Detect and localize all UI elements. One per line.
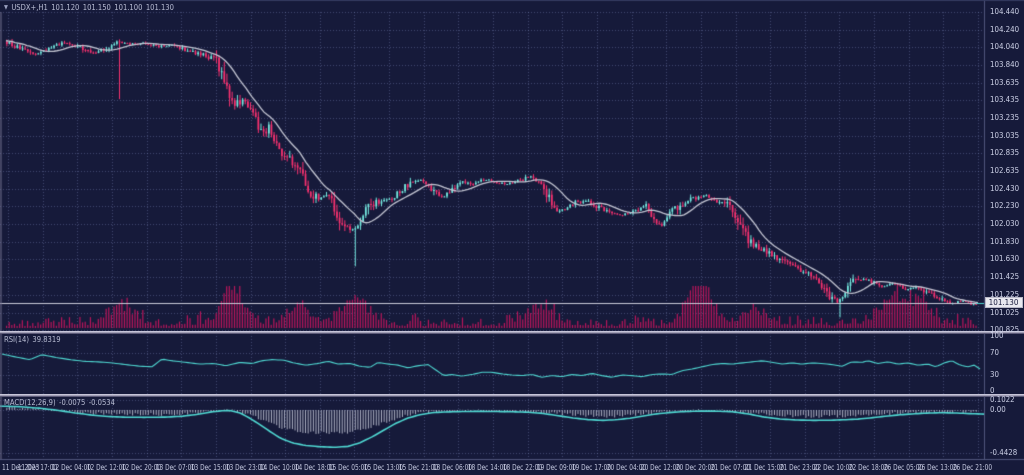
macd-tick-label: 0.00 [990, 405, 1006, 414]
time-tick-label: 19 Dec 17:00 [572, 463, 611, 472]
rsi-name: RSI(14) [4, 335, 29, 344]
price-tick-label: 103.635 [990, 78, 1019, 87]
price-tick-label: 102.030 [990, 219, 1019, 228]
macd-tick-label: 0.1022 [990, 395, 1015, 404]
time-tick-label: 12 Dec 12:00 [87, 463, 126, 472]
collapse-chevron-icon[interactable]: ▼ [4, 4, 8, 12]
rsi-tick-label: 70 [990, 348, 999, 357]
time-tick-label: 14 Dec 10:00 [260, 463, 299, 472]
high-value: 101.150 [83, 3, 111, 12]
time-tick-label: 22 Dec 18:00 [849, 463, 888, 472]
rsi-value: 39.8319 [32, 335, 60, 344]
close-value: 101.130 [146, 3, 174, 12]
time-tick-label: 13 Dec 23:00 [225, 463, 264, 472]
price-tick-label: 102.230 [990, 201, 1019, 210]
price-tick-label: 104.440 [990, 7, 1019, 16]
price-tick-label: 102.835 [990, 148, 1019, 157]
rsi-indicator-label: RSI(14) 39.8319 [4, 335, 61, 344]
time-tick-label: 20 Dec 20:00 [676, 463, 715, 472]
time-tick-label: 26 Dec 21:00 [953, 463, 992, 472]
price-tick-label: 103.035 [990, 131, 1019, 140]
trading-chart-window: ▼ USDX+,H1 101.120 101.150 101.100 101.1… [0, 0, 1024, 475]
time-axis[interactable]: 11 Dec 202311 Dec 17:0012 Dec 04:0012 De… [0, 460, 1024, 475]
rsi-tick-label: 100 [990, 331, 1003, 340]
time-tick-label: 15 Dec 13:00 [364, 463, 403, 472]
macd-signal-value: -0.0534 [89, 398, 115, 407]
macd-main-value: -0.0075 [59, 398, 85, 407]
chart-title: ▼ USDX+,H1 101.120 101.150 101.100 101.1… [4, 3, 174, 12]
price-axis[interactable]: 104.440 104.240 104.040 103.840 103.635 103.4… [984, 0, 1024, 460]
time-tick-label: 21 Dec 07:00 [710, 463, 749, 472]
rsi-tick-label: 30 [990, 370, 999, 379]
time-tick-label: 12 Dec 04:00 [52, 463, 91, 472]
price-tick-label: 101.025 [990, 308, 1019, 317]
time-tick-label: 22 Dec 10:00 [814, 463, 853, 472]
time-tick-label: 19 Dec 09:00 [537, 463, 576, 472]
price-tick-label: 101.630 [990, 254, 1019, 263]
price-tick-label: 104.240 [990, 25, 1019, 34]
price-chart-canvas[interactable] [0, 0, 1024, 475]
price-tick-label: 101.425 [990, 272, 1019, 281]
time-tick-label: 26 Dec 13:00 [918, 463, 957, 472]
open-value: 101.120 [51, 3, 79, 12]
time-tick-label: 20 Dec 12:00 [641, 463, 680, 472]
time-tick-label: 13 Dec 07:00 [156, 463, 195, 472]
macd-name: MACD(12,26,9) [4, 398, 56, 407]
panel-resize-separator-macd[interactable] [0, 394, 1024, 397]
time-tick-label: 21 Dec 15:00 [745, 463, 784, 472]
price-tick-label: 103.840 [990, 60, 1019, 69]
time-tick-label: 15 Dec 05:00 [329, 463, 368, 472]
symbol-timeframe: USDX+,H1 [11, 3, 47, 12]
time-tick-label: 18 Dec 06:00 [433, 463, 472, 472]
price-tick-label: 103.435 [990, 95, 1019, 104]
time-tick-label: 13 Dec 15:00 [191, 463, 230, 472]
macd-tick-label: -0.4428 [990, 448, 1017, 457]
rsi-tick-label: 0 [990, 386, 994, 395]
panel-resize-separator-rsi[interactable] [0, 331, 1024, 334]
low-value: 101.100 [114, 3, 142, 12]
macd-indicator-label: MACD(12,26,9) -0.0075 -0.0534 [4, 398, 115, 407]
price-tick-label: 103.235 [990, 113, 1019, 122]
price-tick-label: 101.830 [990, 237, 1019, 246]
price-tick-label: 102.430 [990, 184, 1019, 193]
price-tick-label: 102.635 [990, 166, 1019, 175]
current-price-tag: 101.130 [985, 297, 1023, 308]
price-tick-label: 104.040 [990, 42, 1019, 51]
time-tick-label: 18 Dec 14:00 [468, 463, 507, 472]
